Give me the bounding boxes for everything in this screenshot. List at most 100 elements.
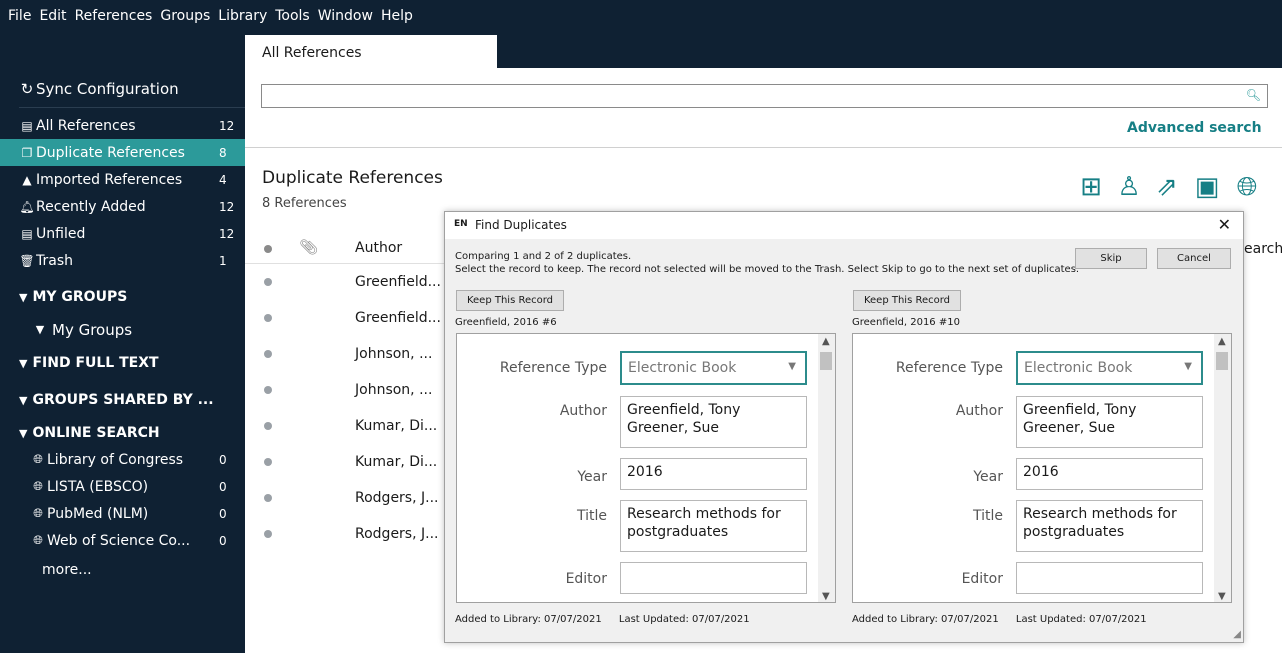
table-row[interactable]: Kumar, Di...: [245, 408, 450, 444]
sidebar-item-label: Duplicate References: [36, 144, 185, 161]
menu-tools[interactable]: Tools: [271, 0, 314, 24]
online-search-globe-icon[interactable]: 🌐︎: [1230, 170, 1264, 204]
table-row[interactable]: Greenfield...: [245, 300, 450, 336]
comparing-text: Comparing 1 and 2 of 2 duplicates.: [455, 251, 632, 262]
sidebar-item-my-groups[interactable]: ▼ My Groups: [0, 316, 245, 343]
keep-left-record-button[interactable]: Keep This Record: [456, 290, 564, 311]
section-my-groups[interactable]: ▼ MY GROUPS: [0, 282, 245, 312]
scroll-thumb[interactable]: [820, 352, 832, 370]
row-author: Kumar, Di...: [355, 418, 438, 434]
reference-type-select[interactable]: Electronic Book ▼: [1016, 351, 1203, 385]
editor-field[interactable]: [620, 562, 807, 594]
editor-field[interactable]: [1016, 562, 1203, 594]
read-status-icon: [264, 278, 272, 286]
left-record-panel[interactable]: Reference Type Electronic Book ▼ Author …: [456, 333, 836, 603]
left-scrollbar[interactable]: ▲ ▼: [818, 334, 835, 602]
scroll-up-icon[interactable]: ▲: [822, 336, 830, 347]
online-item-count: 0: [219, 479, 227, 494]
online-item-label: Web of Science Co...: [47, 532, 191, 549]
title-field[interactable]: Research methods for postgraduates: [1016, 500, 1203, 552]
advanced-search-link[interactable]: Advanced search: [1127, 120, 1262, 136]
sync-configuration[interactable]: ↻ Sync Configuration: [0, 75, 245, 102]
close-icon[interactable]: ✕: [1218, 215, 1231, 234]
online-more-link[interactable]: more...: [0, 556, 245, 583]
table-row[interactable]: Johnson, ...: [245, 336, 450, 372]
row-author: Greenfield...: [355, 274, 441, 290]
find-full-text-icon[interactable]: ▣: [1190, 170, 1224, 204]
author-line: Greener, Sue: [627, 420, 720, 436]
reference-type-select[interactable]: Electronic Book ▼: [620, 351, 807, 385]
read-status-column-icon[interactable]: [264, 245, 272, 253]
add-reference-icon[interactable]: ⊞: [1074, 170, 1108, 204]
chevron-down-icon: ▼: [19, 356, 28, 370]
scroll-thumb[interactable]: [1216, 352, 1228, 370]
endnote-logo: EN: [454, 219, 468, 229]
library-count: 8 References: [262, 196, 347, 211]
table-row[interactable]: Rodgers, J...: [245, 480, 450, 516]
scroll-down-icon[interactable]: ▼: [822, 591, 830, 602]
online-item-library-of-congress[interactable]: 🌐︎ Library of Congress 0: [0, 446, 245, 473]
sidebar-item-count: 12: [219, 226, 235, 241]
search-column-header[interactable]: earch: [1244, 241, 1282, 257]
sidebar-item-label: Recently Added: [36, 198, 146, 215]
author-field[interactable]: Greenfield, Tony Greener, Sue: [620, 396, 807, 448]
menu-references[interactable]: References: [71, 0, 157, 24]
online-item-web-of-science[interactable]: 🌐︎ Web of Science Co... 0: [0, 527, 245, 554]
chevron-down-icon: ▼: [35, 323, 45, 336]
updated-date: Last Updated: 07/07/2021: [1015, 614, 1147, 625]
menu-edit[interactable]: Edit: [35, 0, 70, 24]
skip-button[interactable]: Skip: [1075, 248, 1147, 269]
globe-icon: 🌐︎: [33, 506, 43, 520]
row-author: Johnson, ...: [355, 346, 433, 362]
all-references-icon: ▤: [21, 118, 33, 133]
left-record-header: Greenfield, 2016 #6: [455, 317, 557, 328]
cancel-button[interactable]: Cancel: [1157, 248, 1231, 269]
sidebar-item-duplicate-references[interactable]: ❐ Duplicate References 8: [0, 139, 245, 166]
sidebar-item-recently-added[interactable]: 🔔︎ Recently Added 12: [0, 193, 245, 220]
menu-library[interactable]: Library: [214, 0, 271, 24]
field-label-type: Reference Type: [499, 360, 607, 376]
row-author: Rodgers, J...: [355, 526, 439, 542]
search-input[interactable]: 🔍︎: [261, 84, 1268, 108]
sidebar-item-all-references[interactable]: ▤ All References 12: [0, 112, 245, 139]
sidebar-item-count: 12: [219, 118, 235, 133]
menu-help[interactable]: Help: [377, 0, 417, 24]
year-field[interactable]: 2016: [620, 458, 807, 490]
section-online-search[interactable]: ▼ ONLINE SEARCH: [0, 418, 245, 448]
field-label-title: Title: [576, 508, 607, 524]
table-row[interactable]: Kumar, Di...: [245, 444, 450, 480]
table-row[interactable]: Rodgers, J...: [245, 516, 450, 552]
menu-groups[interactable]: Groups: [156, 0, 214, 24]
tab-all-references[interactable]: All References: [245, 35, 497, 68]
menu-window[interactable]: Window: [314, 0, 377, 24]
author-field[interactable]: Greenfield, Tony Greener, Sue: [1016, 396, 1203, 448]
sidebar-item-imported-references[interactable]: ▲ Imported References 4: [0, 166, 245, 193]
keep-right-record-button[interactable]: Keep This Record: [853, 290, 961, 311]
section-find-full-text[interactable]: ▼ FIND FULL TEXT: [0, 348, 245, 378]
online-item-lista[interactable]: 🌐︎ LISTA (EBSCO) 0: [0, 473, 245, 500]
added-date: Added to Library: 07/07/2021: [852, 614, 999, 625]
scroll-down-icon[interactable]: ▼: [1218, 591, 1226, 602]
year-field[interactable]: 2016: [1016, 458, 1203, 490]
title-line: postgraduates: [627, 524, 729, 540]
sidebar-item-unfiled[interactable]: ▤ Unfiled 12: [0, 220, 245, 247]
menu-file[interactable]: File: [4, 0, 35, 24]
right-record-panel[interactable]: Reference Type Electronic Book ▼ Author …: [852, 333, 1232, 603]
export-arrow-icon[interactable]: ⇗: [1150, 170, 1184, 204]
resize-grip-icon[interactable]: ◢: [1233, 629, 1241, 640]
added-date: Added to Library: 07/07/2021: [455, 614, 602, 625]
attachment-column-icon[interactable]: 📎︎: [299, 238, 318, 256]
dialog-titlebar[interactable]: EN Find Duplicates ✕: [445, 212, 1243, 239]
sidebar-item-trash[interactable]: 🗑︎ Trash 1: [0, 247, 245, 274]
scroll-up-icon[interactable]: ▲: [1218, 336, 1226, 347]
title-field[interactable]: Research methods for postgraduates: [620, 500, 807, 552]
read-status-icon: [264, 350, 272, 358]
section-groups-shared[interactable]: ▼ GROUPS SHARED BY ...: [0, 385, 245, 415]
search-icon[interactable]: 🔍︎: [1246, 88, 1261, 102]
share-user-icon[interactable]: ♙: [1112, 170, 1146, 204]
table-row[interactable]: Johnson, ...: [245, 372, 450, 408]
table-row[interactable]: Greenfield...: [245, 264, 450, 300]
online-item-pubmed[interactable]: 🌐︎ PubMed (NLM) 0: [0, 500, 245, 527]
author-column-header[interactable]: Author: [355, 240, 402, 256]
right-scrollbar[interactable]: ▲ ▼: [1214, 334, 1231, 602]
